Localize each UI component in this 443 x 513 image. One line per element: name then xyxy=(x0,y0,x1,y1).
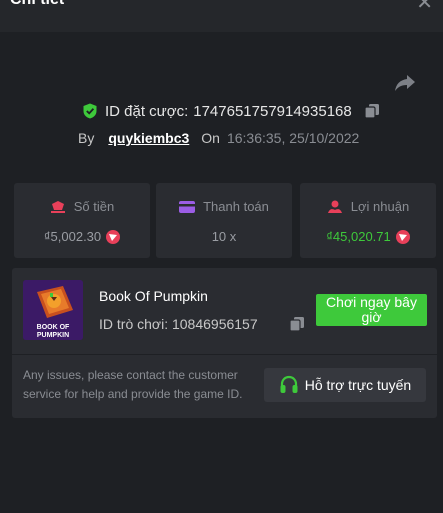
coin-icon xyxy=(106,229,121,244)
profit-hand-icon xyxy=(327,200,342,213)
username-link[interactable]: quykiembc3 xyxy=(108,130,189,146)
help-text: Any issues, please contact the customer … xyxy=(23,368,243,401)
svg-text:PUMPKIN: PUMPKIN xyxy=(37,332,69,339)
dialog-title: Chi tiết xyxy=(10,0,64,9)
play-now-button[interactable]: Chơi ngay bây giờ xyxy=(316,294,427,326)
stat-payout: Thanh toán 10 x xyxy=(156,183,292,258)
by-label: By xyxy=(78,130,95,146)
bet-id-label: ID đặt cược: xyxy=(105,102,189,120)
shield-check-icon xyxy=(83,103,97,119)
stat-amount: Số tiền ₫5,002.30 xyxy=(14,183,150,258)
bet-id-value: 1747651757914935168 xyxy=(193,102,352,120)
game-card: BOOK OF PUMPKIN Book Of Pumpkin ID trò c… xyxy=(12,268,437,418)
stat-payout-value: 10 x xyxy=(211,229,237,244)
online-support-label: Hỗ trợ trực tuyến xyxy=(304,377,412,393)
share-icon[interactable] xyxy=(393,70,417,94)
online-support-button[interactable]: Hỗ trợ trực tuyến xyxy=(264,368,426,402)
stat-profit: Lợi nhuận ₫45,020.71 xyxy=(300,183,436,258)
bet-id-row: ID đặt cược: 1747651757914935168 xyxy=(82,101,380,121)
copy-icon[interactable] xyxy=(364,103,380,119)
coin-icon xyxy=(395,229,410,244)
game-id-value: 10846956157 xyxy=(171,316,258,332)
stat-amount-label: Số tiền xyxy=(73,199,115,214)
stat-payout-label: Thanh toán xyxy=(203,199,269,214)
svg-text:BOOK OF: BOOK OF xyxy=(37,324,70,331)
pumpkin-book-icon: BOOK OF PUMPKIN xyxy=(23,280,83,340)
card-icon xyxy=(179,200,196,213)
stat-profit-label: Lợi nhuận xyxy=(350,199,410,214)
on-label: On xyxy=(201,130,220,146)
dialog-header: Chi tiết ✕ xyxy=(0,0,443,32)
stat-amount-value: ₫5,002.30 xyxy=(43,229,102,244)
stat-profit-value: ₫45,020.71 xyxy=(326,229,391,244)
close-icon[interactable]: ✕ xyxy=(416,0,433,15)
headset-icon xyxy=(280,375,298,393)
game-name: Book Of Pumpkin xyxy=(99,288,208,304)
money-hand-icon xyxy=(50,200,65,213)
game-id-label: ID trò chơi: xyxy=(99,316,169,332)
copy-game-id-icon[interactable] xyxy=(289,316,305,332)
bet-timestamp: 16:36:35, 25/10/2022 xyxy=(226,130,360,146)
bet-meta-row: By quykiembc3 On 16:36:35, 25/10/2022 xyxy=(78,128,359,148)
game-thumbnail[interactable]: BOOK OF PUMPKIN xyxy=(23,280,83,340)
divider xyxy=(12,354,437,355)
game-id-row: ID trò chơi: 10846956157 xyxy=(99,316,258,332)
